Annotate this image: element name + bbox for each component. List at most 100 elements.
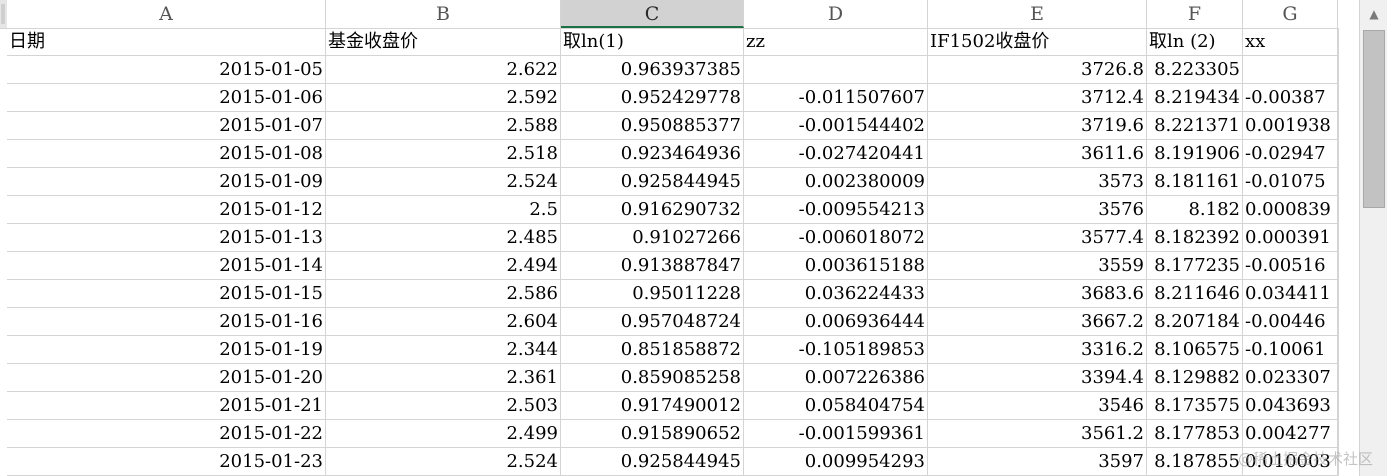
cell-c[interactable]: 0.957048724 [561,308,744,336]
cell-b[interactable]: 2.494 [326,252,561,280]
cell-e[interactable]: 3573 [928,168,1147,196]
header-cell-b[interactable]: 基金收盘价 [326,28,561,56]
cell-b[interactable]: 2.344 [326,336,561,364]
column-header-f[interactable]: F [1147,0,1243,28]
cell-c[interactable]: 0.923464936 [561,140,744,168]
cell-f[interactable]: 8.129882 [1147,364,1243,392]
cell-g[interactable]: -0.10061 [1243,336,1338,364]
cell-f[interactable]: 8.181161 [1147,168,1243,196]
cell-a[interactable]: 2015-01-23 [7,448,326,476]
cell-b[interactable]: 2.524 [326,168,561,196]
header-cell-g[interactable]: xx [1243,28,1338,56]
cell-a[interactable]: 2015-01-09 [7,168,326,196]
cell-e[interactable]: 3576 [928,196,1147,224]
cell-b[interactable]: 2.518 [326,140,561,168]
cell-a[interactable]: 2015-01-05 [7,56,326,84]
cell-e[interactable]: 3561.2 [928,420,1147,448]
cell-d[interactable]: -0.105189853 [744,336,928,364]
column-header-e[interactable]: E [928,0,1147,28]
cell-b[interactable]: 2.503 [326,392,561,420]
column-header-g[interactable]: G [1243,0,1338,28]
column-header-c[interactable]: C [561,0,744,28]
cell-b[interactable]: 2.361 [326,364,561,392]
cell-d[interactable] [744,56,928,84]
cell-a[interactable]: 2015-01-06 [7,84,326,112]
cell-d[interactable]: -0.001599361 [744,420,928,448]
header-cell-f[interactable]: 取ln (2) [1147,28,1243,56]
cell-f[interactable]: 8.106575 [1147,336,1243,364]
cell-a[interactable]: 2015-01-07 [7,112,326,140]
cell-f[interactable]: 8.182 [1147,196,1243,224]
cell-d[interactable]: -0.001544402 [744,112,928,140]
column-header-a[interactable]: A [7,0,326,28]
cell-a[interactable]: 2015-01-08 [7,140,326,168]
column-header-b[interactable]: B [326,0,561,28]
cell-c[interactable]: 0.859085258 [561,364,744,392]
cell-a[interactable]: 2015-01-15 [7,280,326,308]
cell-d[interactable]: 0.003615188 [744,252,928,280]
cell-g[interactable]: 0.000391 [1243,224,1338,252]
cell-f[interactable]: 8.187855 [1147,448,1243,476]
header-cell-c[interactable]: 取ln(1) [561,28,744,56]
cell-e[interactable]: 3394.4 [928,364,1147,392]
column-header-d[interactable]: D [744,0,928,28]
cell-c[interactable]: 0.952429778 [561,84,744,112]
cell-e[interactable]: 3597 [928,448,1147,476]
cell-f[interactable]: 8.223305 [1147,56,1243,84]
header-cell-a[interactable]: 日期 [7,28,326,56]
cell-c[interactable]: 0.916290732 [561,196,744,224]
cell-c[interactable]: 0.915890652 [561,420,744,448]
cell-b[interactable]: 2.485 [326,224,561,252]
cell-f[interactable]: 8.177235 [1147,252,1243,280]
cell-e[interactable]: 3316.2 [928,336,1147,364]
cell-g[interactable]: 0.004277 [1243,420,1338,448]
cell-c[interactable]: 0.925844945 [561,168,744,196]
cell-e[interactable]: 3546 [928,392,1147,420]
cell-g[interactable]: 0.000839 [1243,196,1338,224]
cell-c[interactable]: 0.963937385 [561,56,744,84]
cell-c[interactable]: 0.913887847 [561,252,744,280]
scroll-thumb[interactable] [1363,30,1385,208]
cell-e[interactable]: 3683.6 [928,280,1147,308]
cell-e[interactable]: 3559 [928,252,1147,280]
cell-b[interactable]: 2.5 [326,196,561,224]
cell-e[interactable]: 3712.4 [928,84,1147,112]
cell-c[interactable]: 0.851858872 [561,336,744,364]
cell-c[interactable]: 0.925844945 [561,448,744,476]
cell-f[interactable]: 8.207184 [1147,308,1243,336]
cell-b[interactable]: 2.588 [326,112,561,140]
cell-g[interactable]: -0.00387 [1243,84,1338,112]
cell-d[interactable]: 0.009954293 [744,448,928,476]
cell-f[interactable]: 8.211646 [1147,280,1243,308]
cell-f[interactable]: 8.219434 [1147,84,1243,112]
cell-d[interactable]: 0.006936444 [744,308,928,336]
cell-a[interactable]: 2015-01-16 [7,308,326,336]
cell-d[interactable]: 0.007226386 [744,364,928,392]
cell-g[interactable]: 0.023307 [1243,364,1338,392]
cell-d[interactable]: -0.009554213 [744,196,928,224]
cell-a[interactable]: 2015-01-14 [7,252,326,280]
cell-g[interactable]: -0.00516 [1243,252,1338,280]
cell-b[interactable]: 2.622 [326,56,561,84]
cell-d[interactable]: 0.036224433 [744,280,928,308]
cell-g[interactable]: 0.034411 [1243,280,1338,308]
cell-a[interactable]: 2015-01-19 [7,336,326,364]
cell-b[interactable]: 2.592 [326,84,561,112]
cell-a[interactable]: 2015-01-22 [7,420,326,448]
header-cell-e[interactable]: IF1502收盘价 [928,28,1147,56]
cell-e[interactable]: 3719.6 [928,112,1147,140]
cell-g[interactable]: 0.043693 [1243,392,1338,420]
cell-g[interactable] [1243,56,1338,84]
header-cell-d[interactable]: zz [744,28,928,56]
cell-f[interactable]: 8.177853 [1147,420,1243,448]
cell-f[interactable]: 8.182392 [1147,224,1243,252]
cell-b[interactable]: 2.524 [326,448,561,476]
cell-b[interactable]: 2.586 [326,280,561,308]
cell-c[interactable]: 0.950885377 [561,112,744,140]
cell-a[interactable]: 2015-01-21 [7,392,326,420]
scroll-up-arrow-icon[interactable]: ▲ [1360,0,1387,28]
cell-f[interactable]: 8.191906 [1147,140,1243,168]
cell-f[interactable]: 8.221371 [1147,112,1243,140]
cell-e[interactable]: 3611.6 [928,140,1147,168]
cell-d[interactable]: -0.011507607 [744,84,928,112]
